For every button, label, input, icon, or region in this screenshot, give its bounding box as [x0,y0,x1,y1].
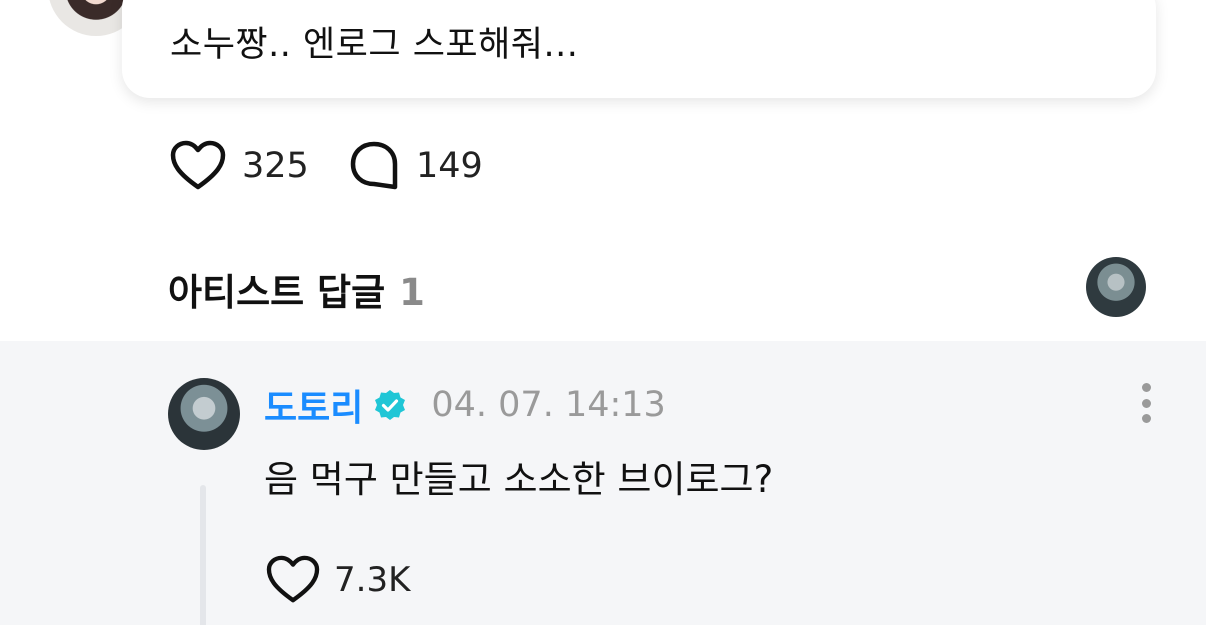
reply-meta: 도토리 04. 07. 14:13 [264,379,666,431]
comment-page: 소누짱.. 엔로그 스포해줘... 325 149 아티스트 답글 1 도토리 … [0,0,1206,625]
verified-badge-icon [375,390,406,420]
more-options-icon[interactable] [1138,383,1154,423]
post-like-button[interactable]: 325 [170,140,309,192]
post-like-count: 325 [242,146,309,186]
reply-author-name[interactable]: 도토리 [264,379,363,431]
artist-replies-header: 아티스트 답글 1 [168,262,425,316]
reply-text: 음 먹구 만들고 소소한 브이로그? [264,458,774,501]
heart-icon [266,555,320,603]
reply-timestamp: 04. 07. 14:13 [431,385,666,425]
heart-icon [170,140,226,190]
post-text: 소누짱.. 엔로그 스포해줘... [170,25,579,65]
artist-replies-count: 1 [399,271,425,314]
reply-author-avatar[interactable] [168,378,240,450]
comment-bubble-icon [350,141,398,190]
post-comment-count: 149 [416,146,483,186]
reply-like-count: 7.3K [334,560,411,600]
thread-line [200,485,206,625]
artist-avatar[interactable] [1086,257,1146,317]
artist-replies-title: 아티스트 답글 [168,271,386,314]
artist-reply: 도토리 04. 07. 14:13 음 먹구 만들고 소소한 브이로그? 7.3… [0,341,1206,625]
reply-like-button[interactable]: 7.3K [266,555,410,605]
post-card: 소누짱.. 엔로그 스포해줘... [122,0,1156,98]
post-comment-button[interactable]: 149 [348,140,483,192]
